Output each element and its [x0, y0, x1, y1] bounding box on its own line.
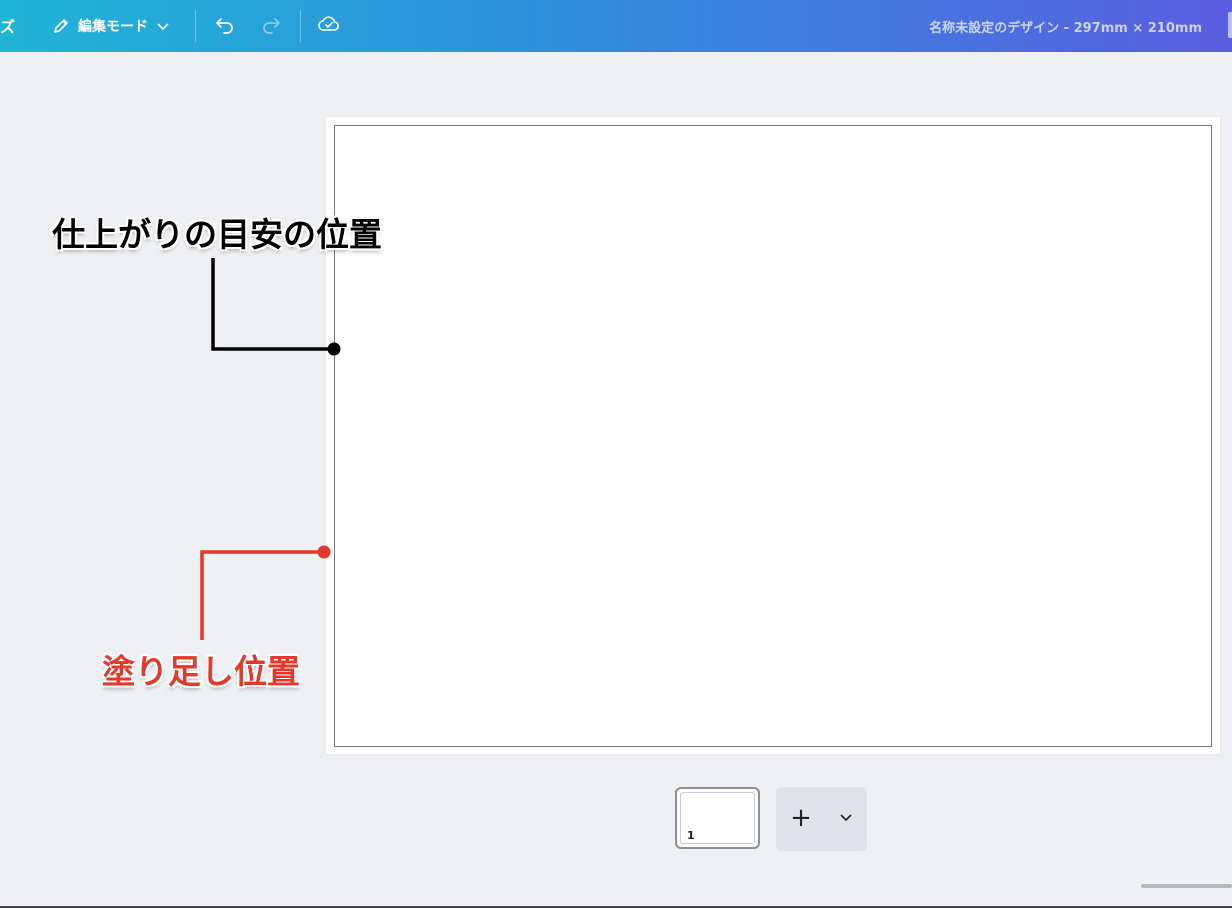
page-number: 1	[687, 829, 695, 842]
chevron-down-icon	[839, 809, 853, 828]
add-page-button[interactable]: +	[788, 805, 814, 831]
trim-position-label: 仕上がりの目安の位置	[52, 215, 382, 254]
trim-callout-line	[211, 258, 334, 351]
callout-lines	[200, 258, 341, 640]
horizontal-scrollbar[interactable]	[1141, 884, 1232, 888]
page-thumbnail[interactable]: 1	[675, 787, 760, 849]
bleed-position-label: 塗り足し位置	[102, 652, 300, 691]
add-page-options-button[interactable]	[836, 807, 856, 829]
add-page-group: +	[776, 787, 867, 851]
bleed-callout-line	[200, 550, 324, 640]
bleed-callout-dot	[317, 545, 331, 559]
plus-icon: +	[790, 803, 812, 833]
trim-callout-dot	[327, 342, 341, 356]
